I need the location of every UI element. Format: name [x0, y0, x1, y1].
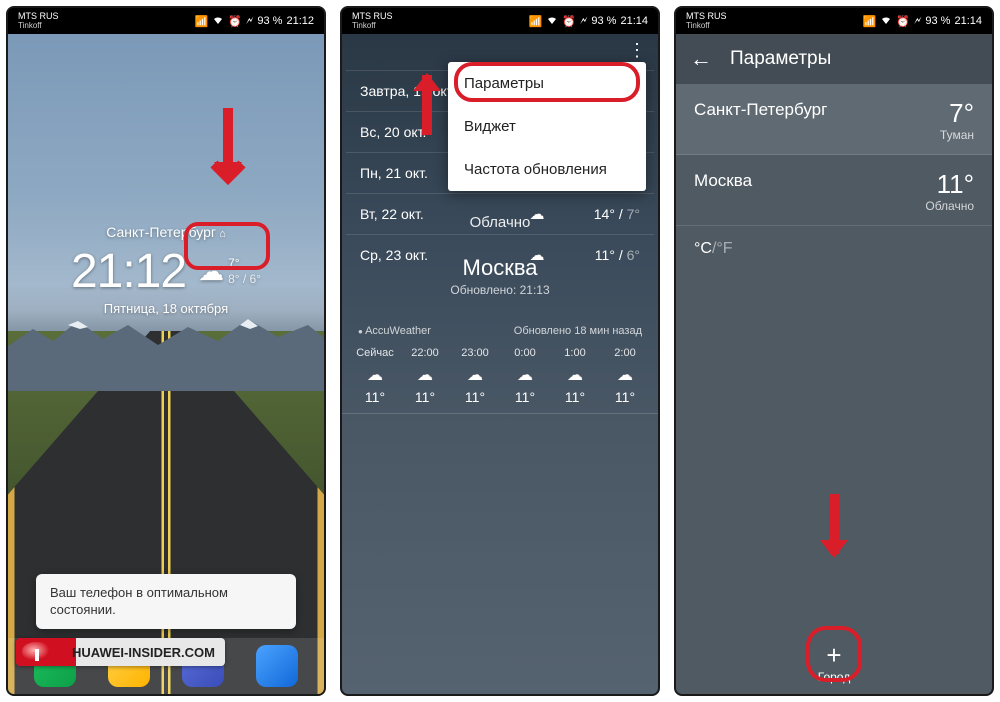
widget-temp-range: 8° / 6°	[228, 272, 261, 288]
screenshot-1-lockscreen: MTS RUSTinkoff 📶 ⏰ 🗲 93 % 21:12 Санкт-Пе…	[6, 6, 326, 696]
weather-clock-widget[interactable]: Санкт-Петербург 21:12 ☁ 7° 8° / 6° Пятни…	[48, 224, 284, 316]
site-watermark: HUAWEI-INSIDER.COM	[16, 638, 225, 666]
hourly-column: Сейчас☁11°	[350, 347, 400, 405]
wifi-icon	[212, 14, 224, 29]
alarm-icon: ⏰	[228, 15, 242, 28]
condition-text: Облачно	[342, 214, 658, 231]
battery-icon: 🗲	[580, 15, 587, 28]
cloud-icon: ☁	[198, 256, 224, 287]
hourly-column: 23:00☁11°	[450, 347, 500, 405]
status-bar: MTS RUSTinkoff 📶 ⏰ 🗲 93 % 21:14	[676, 8, 992, 34]
updated-time: Обновлено: 21:13	[342, 283, 658, 297]
menu-item-settings[interactable]: Параметры	[448, 62, 646, 105]
widget-city: Санкт-Петербург	[48, 224, 284, 240]
alarm-icon: ⏰	[896, 15, 910, 28]
clock: 21:12	[286, 15, 314, 27]
huawei-logo-icon	[22, 642, 52, 662]
alarm-icon: ⏰	[562, 15, 576, 28]
wifi-icon	[546, 14, 558, 29]
cloud-icon: ☁	[550, 365, 600, 385]
widget-date: Пятница, 18 октября	[48, 301, 284, 316]
battery-icon: 🗲	[246, 15, 253, 28]
overflow-menu: Параметры Виджет Частота обновления	[448, 62, 646, 191]
plus-icon: +	[817, 638, 851, 672]
signal-icon: 📶	[195, 15, 209, 28]
clock: 21:14	[954, 15, 982, 27]
hourly-forecast[interactable]: Сейчас☁11°22:00☁11°23:00☁11°0:00☁11°1:00…	[342, 337, 658, 414]
cloud-icon: ☁	[450, 365, 500, 385]
status-bar: MTS RUSTinkoff 📶 ⏰ 🗲 93 % 21:14	[342, 8, 658, 34]
attribution: AccuWeather	[358, 325, 431, 337]
widget-time: 21:12	[71, 244, 186, 299]
screenshot-3-weather-settings: MTS RUSTinkoff 📶 ⏰ 🗲 93 % 21:14 ← Параме…	[674, 6, 994, 696]
city-card-spb[interactable]: Санкт-Петербург 7° Туман	[676, 84, 992, 155]
signal-icon: 📶	[529, 15, 543, 28]
wifi-icon	[880, 14, 892, 29]
cloud-icon: ☁	[600, 365, 650, 385]
mountains-graphic	[8, 311, 324, 391]
overflow-menu-icon[interactable]: ⋮	[628, 40, 646, 61]
signal-icon: 📶	[863, 15, 877, 28]
cloud-icon: ☁	[500, 365, 550, 385]
battery-icon: 🗲	[914, 15, 921, 28]
city-card-moscow[interactable]: Москва 11° Облачно	[676, 155, 992, 226]
dock-app-4[interactable]	[256, 645, 298, 687]
last-refreshed: Обновлено 18 мин назад	[514, 325, 642, 337]
status-bar: MTS RUSTinkoff 📶 ⏰ 🗲 93 % 21:12	[8, 8, 324, 34]
back-arrow-icon[interactable]: ←	[690, 46, 712, 72]
menu-item-refresh-rate[interactable]: Частота обновления	[448, 148, 646, 191]
clock: 21:14	[620, 15, 648, 27]
hourly-column: 2:00☁11°	[600, 347, 650, 405]
settings-header: ← Параметры	[676, 34, 992, 84]
menu-item-widget[interactable]: Виджет	[448, 105, 646, 148]
units-toggle[interactable]: °C/°F	[676, 226, 992, 272]
hourly-column: 1:00☁11°	[550, 347, 600, 405]
hourly-column: 22:00☁11°	[400, 347, 450, 405]
widget-temp: 7°	[228, 256, 261, 272]
current-city: Москва	[342, 255, 658, 281]
cloud-icon: ☁	[350, 365, 400, 385]
cloud-icon: ☁	[400, 365, 450, 385]
add-city-button[interactable]: + Город	[676, 624, 992, 694]
hourly-column: 0:00☁11°	[500, 347, 550, 405]
screenshot-2-weather-app: MTS RUSTinkoff 📶 ⏰ 🗲 93 % 21:14 ⋮ Параме…	[340, 6, 660, 696]
settings-title: Параметры	[730, 48, 831, 70]
system-notification[interactable]: Ваш телефон в оптимальном состоянии.	[36, 574, 296, 629]
